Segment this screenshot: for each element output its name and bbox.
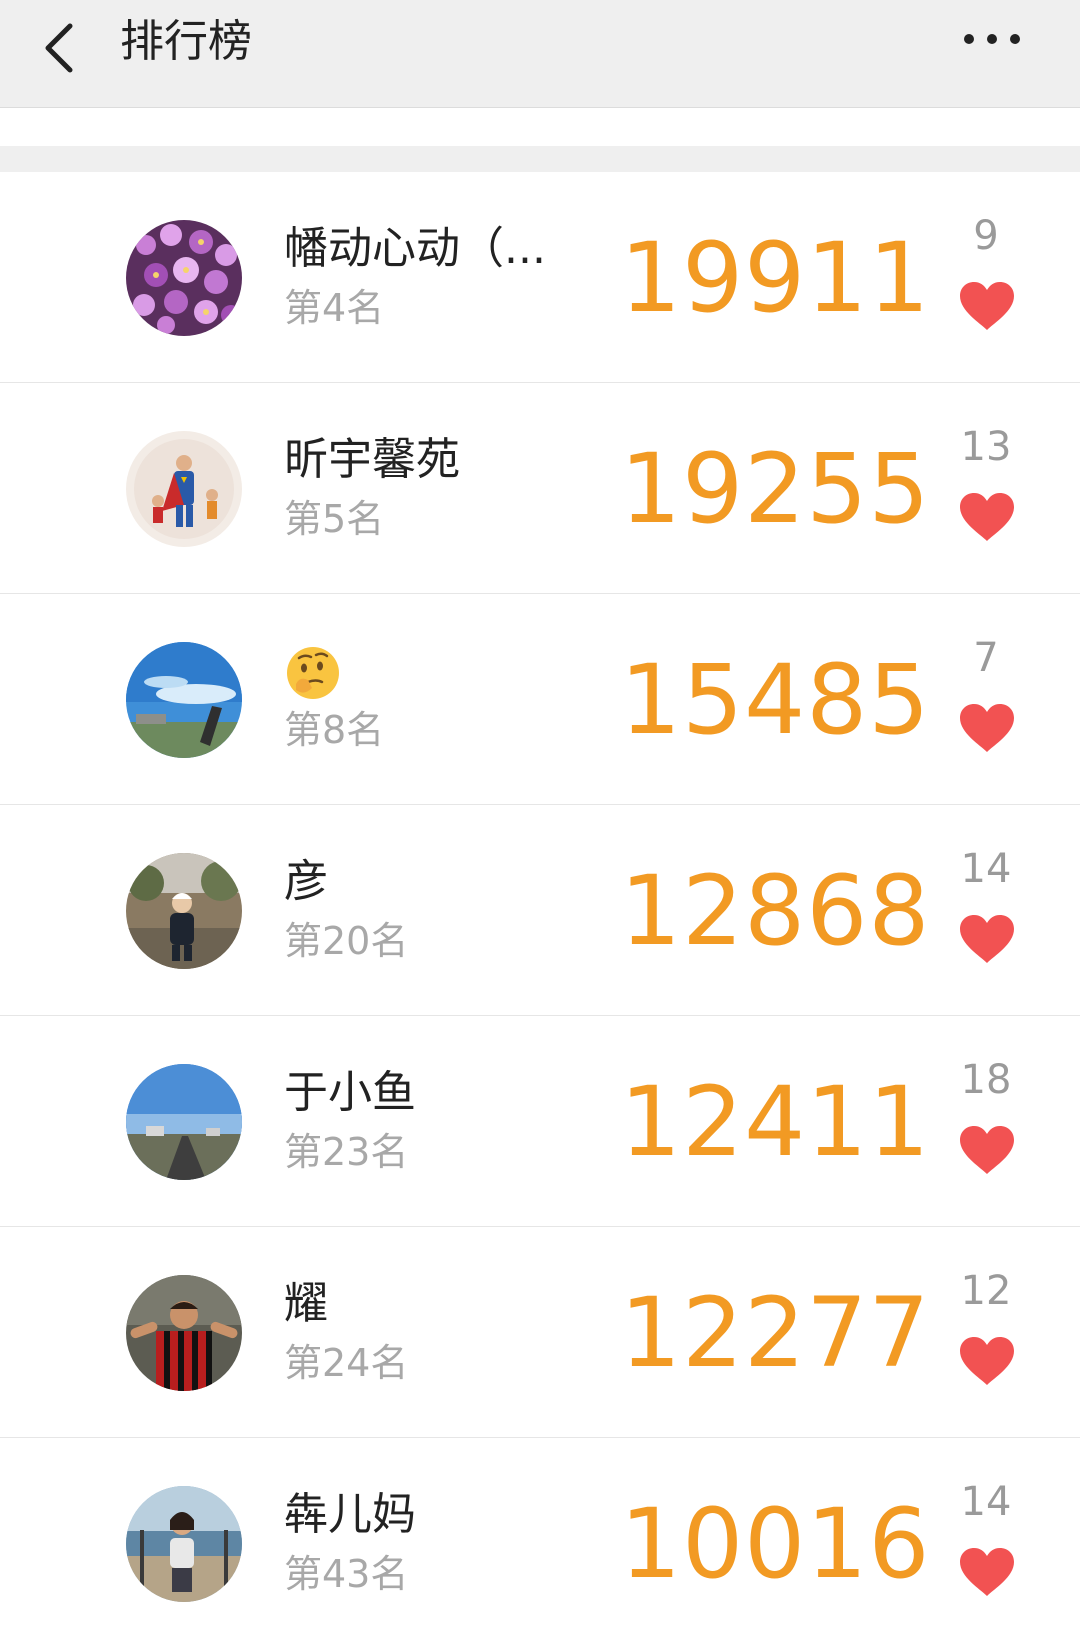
step-count: 12277 xyxy=(620,1277,931,1389)
section-divider xyxy=(0,146,1080,172)
user-rank: 第4名 xyxy=(284,286,385,330)
user-rank: 第20名 xyxy=(284,919,409,963)
child-park-avatar xyxy=(126,853,242,969)
heart-icon[interactable] xyxy=(958,1335,1016,1387)
user-rank: 第24名 xyxy=(284,1341,409,1385)
header-bar: 排行榜 xyxy=(0,0,1080,108)
user-name: 彦 xyxy=(284,856,328,907)
heart-icon[interactable] xyxy=(958,702,1016,754)
ranking-page: 排行榜 幡动心动（... 第4名 19911 9 昕宇馨苑 第5名 19255 … xyxy=(0,0,1080,1641)
list-item[interactable]: 昕宇馨苑 第5名 19255 13 xyxy=(0,383,1080,594)
back-chevron-icon[interactable] xyxy=(38,10,88,80)
heart-icon[interactable] xyxy=(958,1546,1016,1598)
user-name: 幡动心动（... xyxy=(284,223,546,274)
list-item[interactable]: 第8名 15485 7 xyxy=(0,594,1080,805)
heart-icon[interactable] xyxy=(958,1124,1016,1176)
list-item[interactable]: 于小鱼 第23名 12411 18 xyxy=(0,1016,1080,1227)
superman-family-avatar xyxy=(126,431,242,547)
list-item[interactable]: 犇儿妈 第43名 10016 14 xyxy=(0,1438,1080,1641)
user-name: 昕宇馨苑 xyxy=(284,434,460,485)
purple-flowers-avatar xyxy=(126,220,242,336)
like-count: 7 xyxy=(973,635,999,681)
heart-icon[interactable] xyxy=(958,280,1016,332)
list-item[interactable]: 幡动心动（... 第4名 19911 9 xyxy=(0,172,1080,383)
step-count: 12868 xyxy=(620,855,931,967)
user-rank: 第8名 xyxy=(284,708,385,752)
user-name: 耀 xyxy=(284,1278,328,1329)
like-count: 13 xyxy=(960,424,1012,470)
user-rank: 第43名 xyxy=(284,1552,409,1596)
more-dots-icon[interactable] xyxy=(962,14,1032,64)
like-count: 14 xyxy=(960,1479,1012,1525)
football-player-avatar xyxy=(126,1275,242,1391)
list-item[interactable]: 耀 第24名 12277 12 xyxy=(0,1227,1080,1438)
spacer xyxy=(0,108,1080,146)
user-name: 于小鱼 xyxy=(284,1067,416,1118)
step-count: 15485 xyxy=(620,644,931,756)
beach-woman-avatar xyxy=(126,1486,242,1602)
user-rank: 第5名 xyxy=(284,497,385,541)
sky-road-avatar xyxy=(126,1064,242,1180)
like-count: 12 xyxy=(960,1268,1012,1314)
list-item[interactable]: 彦 第20名 12868 14 xyxy=(0,805,1080,1016)
user-name: 犇儿妈 xyxy=(284,1489,416,1540)
heart-icon[interactable] xyxy=(958,491,1016,543)
step-count: 12411 xyxy=(620,1066,931,1178)
like-count: 9 xyxy=(973,213,999,259)
like-count: 18 xyxy=(960,1057,1012,1103)
step-count: 10016 xyxy=(620,1488,931,1600)
blue-sky-avatar xyxy=(126,642,242,758)
step-count: 19911 xyxy=(620,222,931,334)
page-title: 排行榜 xyxy=(120,16,252,67)
thinking-face-emoji xyxy=(284,644,342,702)
step-count: 19255 xyxy=(620,433,931,545)
like-count: 14 xyxy=(960,846,1012,892)
ranking-list: 幡动心动（... 第4名 19911 9 昕宇馨苑 第5名 19255 13 第… xyxy=(0,172,1080,1641)
heart-icon[interactable] xyxy=(958,913,1016,965)
user-rank: 第23名 xyxy=(284,1130,409,1174)
